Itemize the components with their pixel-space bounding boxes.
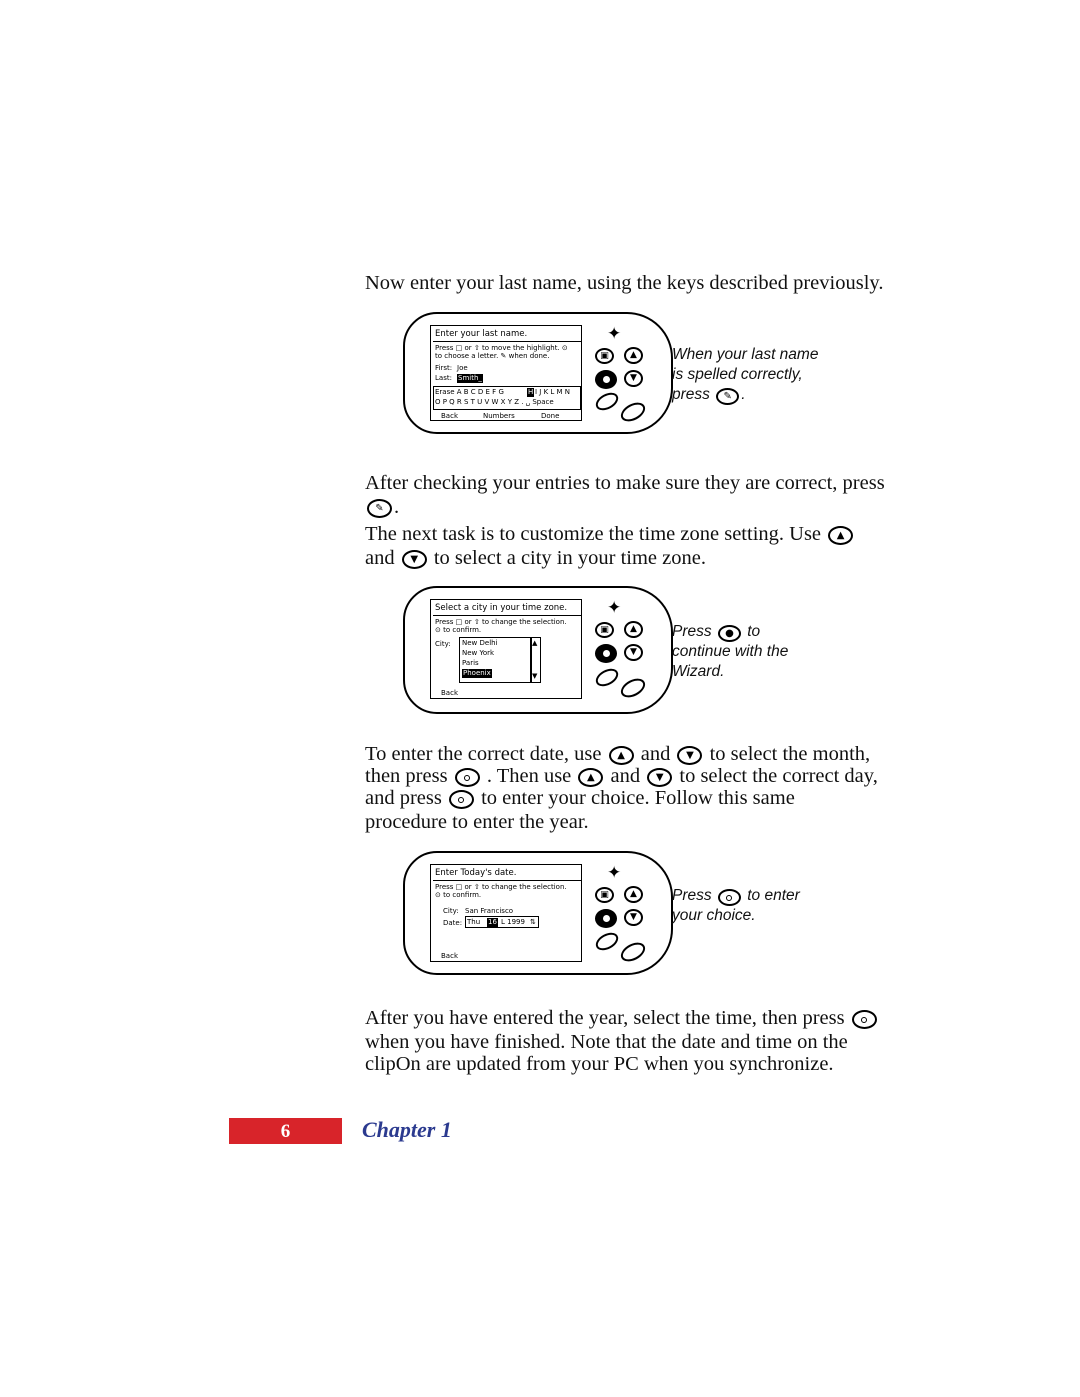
- city-list-item-1[interactable]: New York: [462, 649, 494, 658]
- screen-instruction-line2: to choose a letter. ✎ when done.: [435, 352, 550, 360]
- scroll-down-icon: ▼: [630, 647, 637, 657]
- date-value-day-selected[interactable]: 16: [487, 918, 498, 927]
- footer-page-number: 6: [280, 1121, 291, 1142]
- keyboard-row-1[interactable]: Erase A B C D E F G: [435, 388, 504, 397]
- select-key-icon[interactable]: ●: [717, 625, 741, 642]
- field-last-value[interactable]: Smith_: [457, 374, 483, 383]
- callout-line-1: Press to enter: [672, 886, 872, 906]
- callout-line-2: is spelled correctly,: [672, 366, 803, 383]
- device-illustration-last-name: Enter your last name. Press □ or ⇧ to mo…: [403, 312, 673, 434]
- keyboard-selected-letter[interactable]: H: [527, 388, 535, 397]
- scroll-up-icon: ▲: [630, 350, 637, 360]
- paragraph-text-c: to select a city in your time zone.: [433, 547, 706, 569]
- callout-time-zone: Press ● to continue with the Wizard.: [672, 622, 872, 682]
- device-screen: Enter Today's date. Press □ or ⇧ to chan…: [430, 864, 582, 962]
- callout-line-3: press ✎.: [672, 385, 872, 405]
- softkey-done[interactable]: Done: [541, 412, 559, 420]
- softkey-back[interactable]: Back: [441, 412, 458, 420]
- pencil-key-icon[interactable]: ✎: [716, 388, 740, 405]
- callout-line-3-text: press: [672, 386, 710, 403]
- device-illustration-date: Enter Today's date. Press □ or ⇧ to chan…: [403, 851, 673, 975]
- screen-title: Enter Today's date.: [435, 868, 517, 878]
- menu-icon: ▣: [600, 625, 609, 635]
- pencil-key-icon[interactable]: ✎: [367, 499, 392, 518]
- scroll-up-icon: ▲: [630, 889, 637, 899]
- device-illustration-time-zone: Select a city in your time zone. Press □…: [403, 586, 673, 714]
- device-screen: Select a city in your time zone. Press □…: [430, 599, 582, 699]
- paragraph-enter-last-name: Now enter your last name, using the keys…: [365, 268, 1005, 298]
- callout-line-2: continue with the: [672, 643, 789, 660]
- screen-divider: [433, 615, 581, 616]
- field-city-label: City:: [435, 640, 451, 648]
- screen-divider: [433, 341, 581, 342]
- star-icon: ✦: [607, 324, 622, 344]
- callout-line-3: Wizard.: [672, 663, 725, 680]
- paragraph-text-a: The next task is to customize the time z…: [365, 523, 822, 545]
- scroll-down-icon: ▼: [630, 912, 637, 922]
- callout-line-1-text-b: to: [747, 623, 761, 640]
- callout-line-1-text: Press: [672, 887, 712, 904]
- select-key-dot: [603, 376, 610, 383]
- scroll-down-key-icon[interactable]: ▼: [401, 550, 427, 569]
- paragraph-text-c: clipOn are updated from your PC when you…: [365, 1053, 834, 1075]
- city-list-item-3-selected[interactable]: Phoenix: [462, 669, 492, 678]
- callout-enter-choice: Press to enter your choice.: [672, 886, 872, 926]
- paragraph-text-b: and: [365, 547, 395, 569]
- softkey-numbers[interactable]: Numbers: [483, 412, 515, 420]
- screen-title: Select a city in your time zone.: [435, 603, 568, 613]
- keyboard-row-1b[interactable]: I J K L M N: [535, 388, 570, 397]
- date-value-year[interactable]: L 1999: [501, 918, 525, 927]
- callout-line-3-period: .: [741, 386, 746, 403]
- device-screen: Enter your last name. Press □ or ⇧ to mo…: [430, 325, 582, 421]
- screen-instruction-line2: ⊙ to confirm.: [435, 626, 482, 634]
- callout-line-1: Press ● to: [672, 622, 872, 642]
- paragraph-after-year-line3: clipOn are updated from your PC when you…: [365, 1049, 1045, 1079]
- menu-icon: ▣: [600, 351, 609, 361]
- paragraph-enter-date-line4: procedure to enter the year.: [365, 807, 1045, 837]
- city-list-item-0[interactable]: New Delhi: [462, 639, 498, 648]
- select-key-dot: [603, 650, 610, 657]
- paragraph-text-a: After you have entered the year, select …: [365, 1007, 845, 1029]
- scroll-down-icon: ▼: [630, 373, 637, 383]
- manual-page: Now enter your last name, using the keys…: [0, 0, 1080, 1397]
- paragraph-time-zone-line2: and ▼ to select a city in your time zone…: [365, 543, 1025, 573]
- paragraph-text: After checking your entries to make sure…: [365, 472, 885, 494]
- date-stepper-icon[interactable]: ⇅: [530, 918, 536, 927]
- scroll-up-icon: ▲: [630, 624, 637, 634]
- scroll-down-icon[interactable]: ▼: [532, 672, 537, 681]
- screen-title: Enter your last name.: [435, 329, 528, 339]
- keyboard-row-2[interactable]: O P Q R S T U V W X Y Z . ␣ Space: [435, 398, 554, 407]
- paragraph-text-j: procedure to enter the year.: [365, 811, 589, 833]
- screen-instruction-line2: ⊙ to confirm.: [435, 891, 482, 899]
- menu-icon: ▣: [600, 890, 609, 900]
- field-last-label: Last:: [435, 374, 452, 382]
- date-value-weekday[interactable]: Thu: [467, 918, 480, 927]
- callout-line-2: your choice.: [672, 907, 756, 924]
- screen-divider: [433, 880, 581, 881]
- field-city-value[interactable]: San Francisco: [465, 907, 513, 916]
- callout-last-name: When your last name is spelled correctly…: [672, 345, 872, 405]
- field-date-label: Date:: [443, 919, 463, 927]
- paragraph-text-i: to enter your choice. Follow this same: [481, 787, 795, 809]
- paragraph-after-checking-line2: ✎.: [365, 492, 1025, 522]
- star-icon: ✦: [607, 598, 622, 618]
- scroll-up-icon[interactable]: ▲: [532, 639, 537, 648]
- callout-line-1-text: Press: [672, 623, 712, 640]
- footer-chapter-label: Chapter 1: [362, 1117, 452, 1142]
- field-city-label: City:: [443, 907, 459, 915]
- paragraph-text: Now enter your last name, using the keys…: [365, 272, 884, 294]
- softkey-back[interactable]: Back: [441, 689, 458, 698]
- paragraph-text-h: and press: [365, 787, 442, 809]
- field-first-label: First:: [435, 364, 453, 372]
- callout-line-1: When your last name: [672, 346, 819, 363]
- select-key-icon[interactable]: [717, 889, 741, 906]
- field-first-value: Joe: [457, 364, 468, 372]
- callout-line-1-text-b: to enter: [747, 887, 800, 904]
- softkey-back[interactable]: Back: [441, 952, 458, 961]
- select-key-dot: [603, 915, 610, 922]
- city-list-item-2[interactable]: Paris: [462, 659, 479, 668]
- paragraph-period: .: [394, 496, 400, 518]
- star-icon: ✦: [607, 863, 622, 883]
